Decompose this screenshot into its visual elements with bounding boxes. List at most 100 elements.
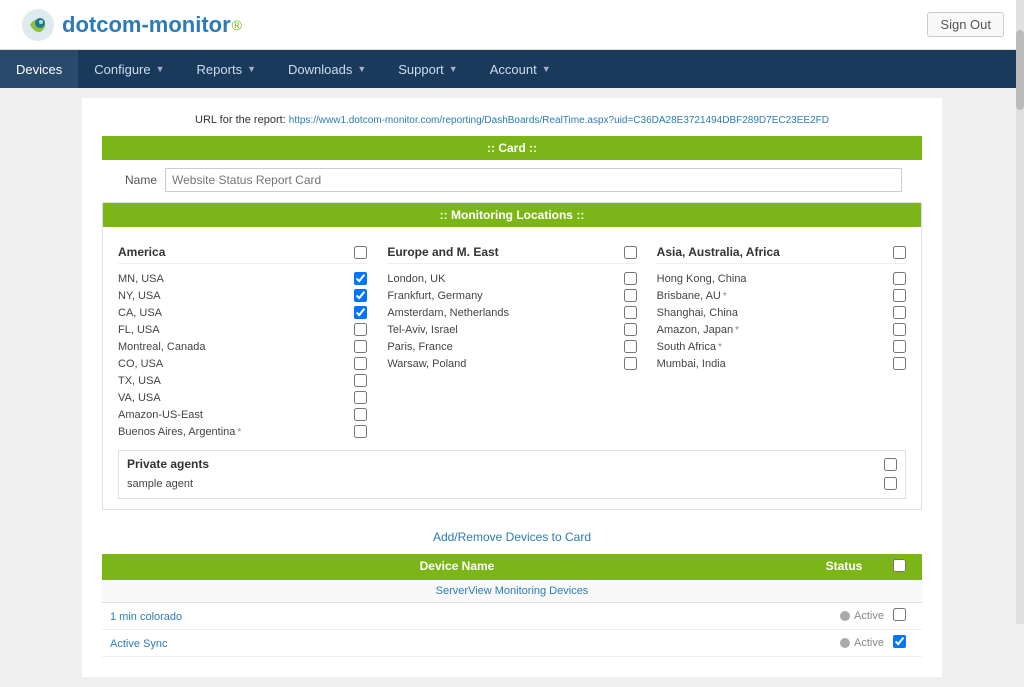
europe-select-all-checkbox[interactable] (624, 246, 637, 259)
top-bar: dotcom-monitor ® Sign Out (0, 0, 1024, 50)
list-item: Tel-Aviv, Israel (387, 321, 636, 338)
list-item: Mumbai, India (657, 355, 906, 372)
nav-item-devices[interactable]: Devices (0, 50, 78, 88)
location-checkbox-va-usa[interactable] (354, 391, 367, 404)
serverview-link[interactable]: ServerView Monitoring Devices (436, 585, 589, 597)
list-item: FL, USA (118, 321, 367, 338)
chevron-down-icon: ▼ (357, 64, 366, 74)
location-checkbox-co-usa[interactable] (354, 357, 367, 370)
url-row: URL for the report: https://www1.dotcom-… (102, 108, 922, 136)
location-checkbox-mn-usa[interactable] (354, 272, 367, 285)
sign-out-button[interactable]: Sign Out (927, 12, 1004, 37)
america-col-header: America (118, 245, 367, 264)
location-checkbox-ny-usa[interactable] (354, 289, 367, 302)
location-checkbox-warsaw[interactable] (624, 357, 637, 370)
location-checkbox-fl-usa[interactable] (354, 323, 367, 336)
device-table-select-all[interactable] (893, 559, 906, 572)
location-checkbox-paris[interactable] (624, 340, 637, 353)
list-item: MN, USA (118, 270, 367, 287)
list-item: Frankfurt, Germany (387, 287, 636, 304)
device-link-active-sync[interactable]: Active Sync (110, 638, 167, 650)
serverview-row: ServerView Monitoring Devices (102, 580, 922, 603)
europe-col-header: Europe and M. East (387, 245, 636, 264)
list-item: sample agent (127, 475, 897, 492)
location-checkbox-london[interactable] (624, 272, 637, 285)
monitoring-header: :: Monitoring Locations :: (103, 203, 921, 227)
list-item: Hong Kong, China (657, 270, 906, 287)
chevron-down-icon: ▼ (156, 64, 165, 74)
list-item: NY, USA (118, 287, 367, 304)
name-label: Name (122, 173, 157, 187)
chevron-down-icon: ▼ (247, 64, 256, 74)
device-table-header: Device Name Status (102, 554, 922, 580)
list-item: South Africa* (657, 338, 906, 355)
device-table: Device Name Status ServerView Monitoring… (102, 554, 922, 657)
table-row: 1 min colorado Active (102, 603, 922, 630)
main-content: URL for the report: https://www1.dotcom-… (82, 98, 942, 677)
status-badge: Active (854, 610, 884, 622)
logo-icon (20, 7, 56, 43)
location-checkbox-amazon-japan[interactable] (893, 323, 906, 336)
list-item: CA, USA (118, 304, 367, 321)
nav-item-account[interactable]: Account ▼ (474, 50, 567, 88)
monitoring-columns: America MN, USA NY, USA CA, USA FL, USA (103, 235, 921, 450)
location-checkbox-amsterdam[interactable] (624, 306, 637, 319)
location-checkbox-buenos-aires[interactable] (354, 425, 367, 438)
location-checkbox-montreal[interactable] (354, 340, 367, 353)
private-agents-header: Private agents (127, 457, 897, 471)
list-item: Paris, France (387, 338, 636, 355)
america-select-all-checkbox[interactable] (354, 246, 367, 259)
list-item: Warsaw, Poland (387, 355, 636, 372)
name-row: Name (102, 168, 922, 192)
location-checkbox-ca-usa[interactable] (354, 306, 367, 319)
nav-item-configure[interactable]: Configure ▼ (78, 50, 180, 88)
list-item: Brisbane, AU* (657, 287, 906, 304)
add-remove-link[interactable]: Add/Remove Devices to Card (433, 530, 591, 544)
location-checkbox-frankfurt[interactable] (624, 289, 637, 302)
monitoring-col-europe: Europe and M. East London, UK Frankfurt,… (387, 245, 636, 440)
location-checkbox-mumbai[interactable] (893, 357, 906, 370)
list-item: Shanghai, China (657, 304, 906, 321)
list-item: TX, USA (118, 372, 367, 389)
monitoring-col-america: America MN, USA NY, USA CA, USA FL, USA (118, 245, 367, 440)
nav-item-support[interactable]: Support ▼ (382, 50, 473, 88)
list-item: Amazon-US-East (118, 406, 367, 423)
monitoring-section: :: Monitoring Locations :: America MN, U… (102, 202, 922, 510)
list-item: Amsterdam, Netherlands (387, 304, 636, 321)
status-icon (840, 638, 850, 648)
chevron-down-icon: ▼ (542, 64, 551, 74)
report-url-link[interactable]: https://www1.dotcom-monitor.com/reportin… (289, 115, 829, 126)
logo: dotcom-monitor ® (20, 7, 242, 43)
list-item: Buenos Aires, Argentina* (118, 423, 367, 440)
list-item: London, UK (387, 270, 636, 287)
device-link-1min-colorado[interactable]: 1 min colorado (110, 611, 182, 623)
asia-select-all-checkbox[interactable] (893, 246, 906, 259)
agent-checkbox-sample[interactable] (884, 477, 897, 490)
chevron-down-icon: ▼ (449, 64, 458, 74)
scrollbar-thumb[interactable] (1016, 30, 1024, 110)
location-checkbox-south-africa[interactable] (893, 340, 906, 353)
list-item: Amazon, Japan* (657, 321, 906, 338)
private-agents-select-all-checkbox[interactable] (884, 458, 897, 471)
private-agents-section: Private agents sample agent (118, 450, 906, 499)
add-remove-row: Add/Remove Devices to Card (102, 520, 922, 554)
card-section-header: :: Card :: (102, 136, 922, 160)
nav-item-reports[interactable]: Reports ▼ (181, 50, 272, 88)
device-checkbox-active-sync[interactable] (893, 635, 906, 648)
location-checkbox-telaviv[interactable] (624, 323, 637, 336)
nav-item-downloads[interactable]: Downloads ▼ (272, 50, 382, 88)
list-item: CO, USA (118, 355, 367, 372)
monitoring-col-asia: Asia, Australia, Africa Hong Kong, China… (657, 245, 906, 440)
location-checkbox-shanghai[interactable] (893, 306, 906, 319)
logo-trademark: ® (232, 17, 242, 33)
list-item: VA, USA (118, 389, 367, 406)
location-checkbox-amazon-us-east[interactable] (354, 408, 367, 421)
location-checkbox-hongkong[interactable] (893, 272, 906, 285)
status-badge: Active (854, 637, 884, 649)
location-checkbox-tx-usa[interactable] (354, 374, 367, 387)
nav-bar: Devices Configure ▼ Reports ▼ Downloads … (0, 50, 1024, 88)
logo-text: dotcom-monitor (62, 12, 231, 38)
location-checkbox-brisbane[interactable] (893, 289, 906, 302)
device-checkbox-1min-colorado[interactable] (893, 608, 906, 621)
name-input[interactable] (165, 168, 902, 192)
